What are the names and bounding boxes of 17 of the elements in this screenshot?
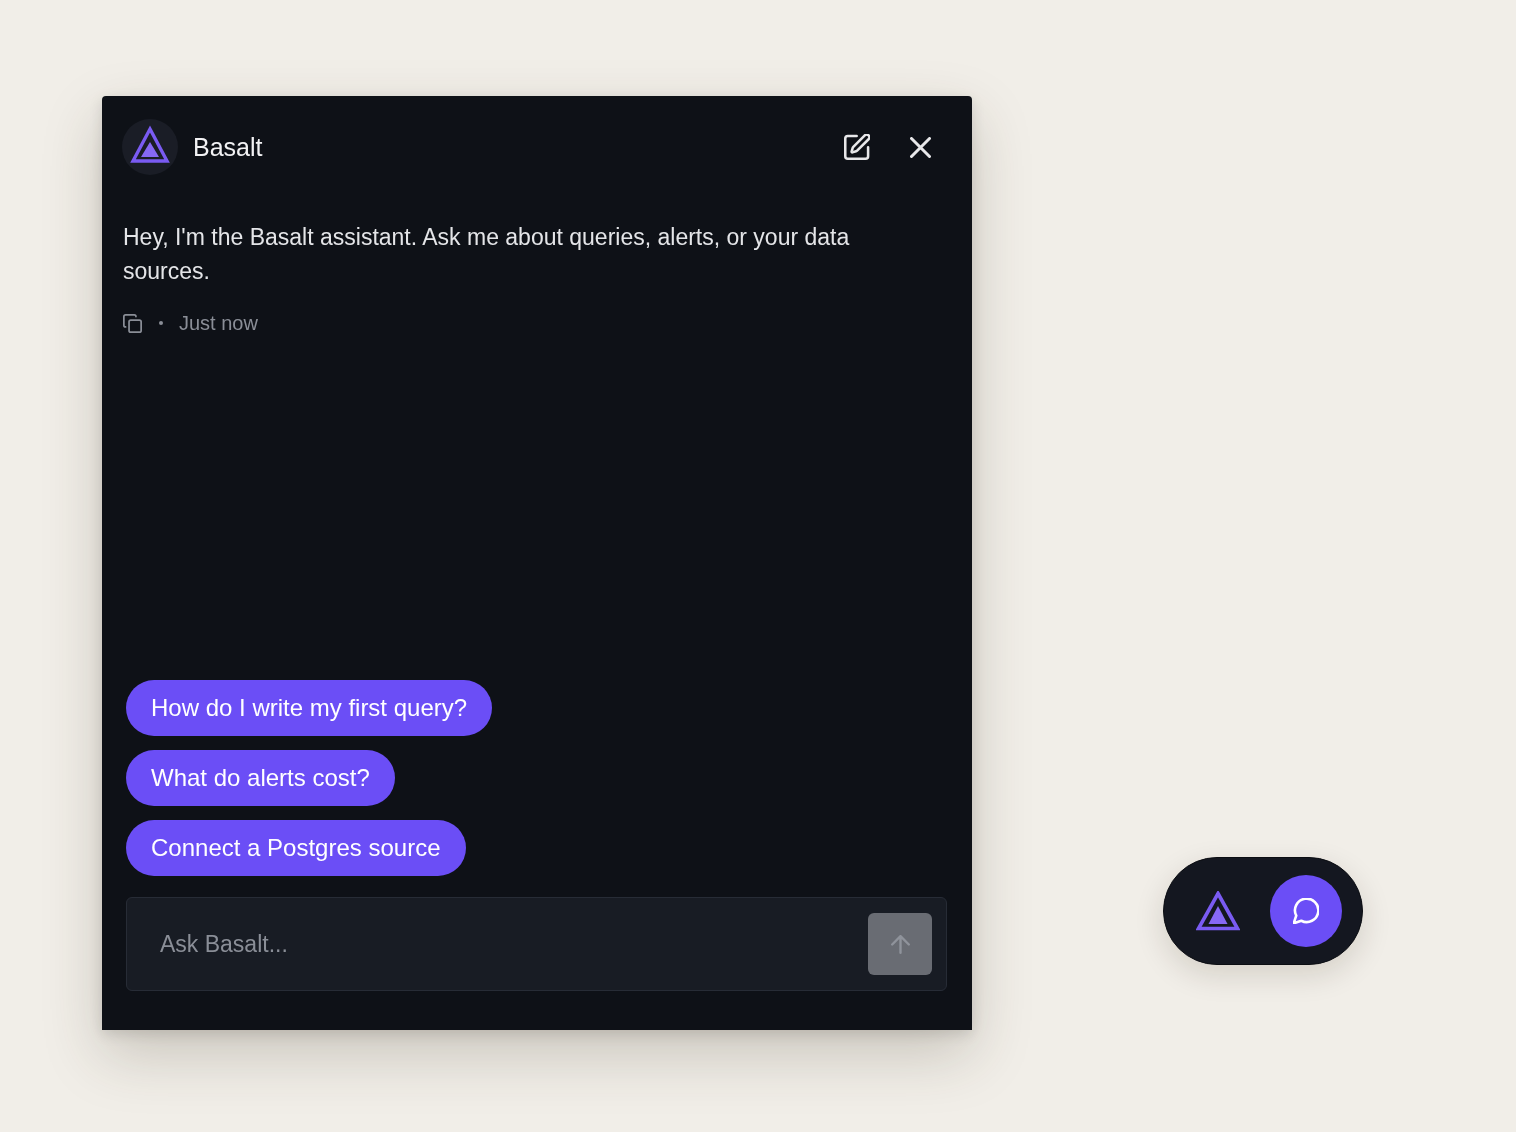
edit-icon <box>844 134 870 160</box>
separator-dot-icon <box>159 321 163 325</box>
triangle-logo-icon <box>122 119 178 175</box>
suggestion-chip[interactable]: What do alerts cost? <box>126 750 395 806</box>
logo-button[interactable] <box>1196 891 1240 931</box>
triangle-logo-icon <box>1196 891 1240 931</box>
arrow-up-icon <box>890 934 910 954</box>
chat-bubble-icon <box>1293 898 1319 924</box>
message-input[interactable]: Ask Basalt... <box>126 897 947 991</box>
message-timestamp: Just now <box>179 311 258 335</box>
suggestion-chip[interactable]: Connect a Postgres source <box>126 820 466 876</box>
assistant-message: Hey, I'm the Basalt assistant. Ask me about queries, alerts, or your data sources. <box>123 223 851 286</box>
copy-icon <box>123 313 142 333</box>
copy-button[interactable] <box>123 313 142 333</box>
close-icon <box>909 136 931 158</box>
assistant-title: Basalt <box>193 132 263 162</box>
suggestion-chip[interactable]: How do I write my first query? <box>126 680 493 736</box>
